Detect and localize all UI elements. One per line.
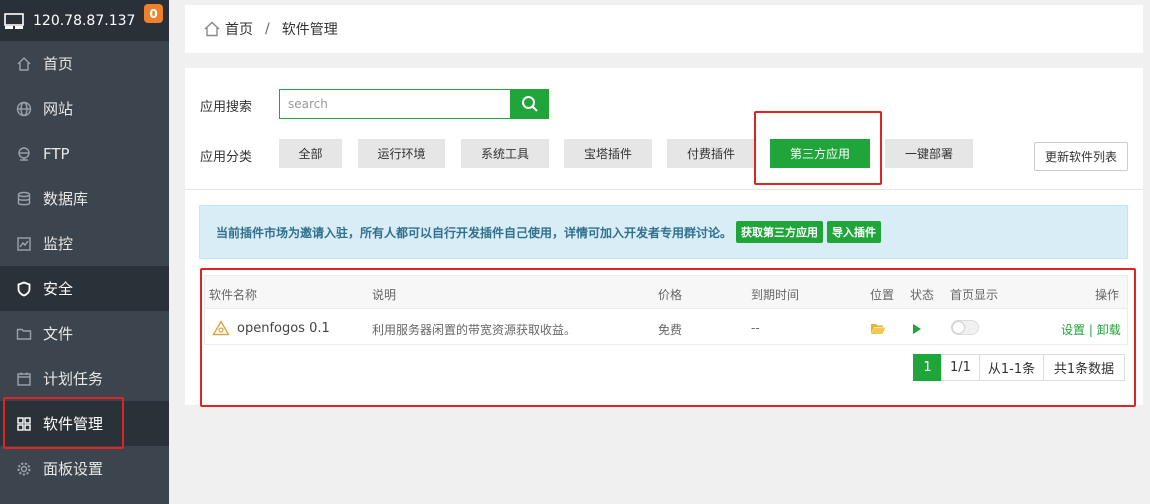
monitor-icon [4, 12, 24, 29]
col-actions: 操作 [1095, 288, 1120, 302]
category-bt-plugins[interactable]: 宝塔插件 [564, 139, 652, 168]
folder-icon [16, 326, 32, 342]
apps-grid-icon [16, 416, 32, 432]
category-paid-plugins[interactable]: 付费插件 [667, 139, 755, 168]
calendar-icon [16, 371, 32, 387]
search-label: 应用搜索 [200, 100, 253, 115]
monitor-chart-icon [16, 236, 32, 252]
import-plugin-button[interactable]: 导入插件 [827, 221, 882, 243]
search-input[interactable]: search [279, 89, 511, 119]
category-one-click-deploy[interactable]: 一键部署 [885, 139, 973, 168]
gear-icon [16, 461, 32, 477]
breadcrumb: 首页 / 软件管理 [185, 5, 1143, 53]
col-desc: 说明 [372, 288, 397, 302]
sidebar-item-label: 首页 [43, 55, 74, 73]
table-header: 软件名称 说明 价格 到期时间 位置 状态 首页显示 操作 [205, 276, 1127, 309]
sidebar-item-label: 安全 [43, 280, 74, 298]
get-third-party-app-button[interactable]: 获取第三方应用 [736, 221, 824, 243]
breadcrumb-current: 软件管理 [281, 22, 338, 38]
sidebar-item-panel-settings[interactable]: 面板设置 [0, 446, 169, 491]
actions: 设置 | 卸载 [1061, 321, 1121, 338]
col-price: 价格 [658, 288, 683, 302]
page-count: 1/1 [941, 354, 980, 381]
sidebar-item-cron[interactable]: 计划任务 [0, 356, 169, 401]
divider [185, 189, 1143, 190]
sidebar-item-label: 面板设置 [43, 460, 104, 478]
sidebar-item-files[interactable]: 文件 [0, 311, 169, 356]
sidebar-item-label: 软件管理 [43, 415, 104, 433]
software-desc: 利用服务器闲置的带宽资源获取收益。 [372, 323, 577, 337]
col-expire: 到期时间 [751, 288, 800, 302]
category-system-tools[interactable]: 系统工具 [461, 139, 549, 168]
category-third-party[interactable]: 第三方应用 [770, 139, 870, 168]
notification-badge[interactable]: 0 [144, 4, 163, 23]
breadcrumb-separator: / [265, 21, 270, 37]
software-expire: -- [751, 321, 760, 335]
breadcrumb-home[interactable]: 首页 [225, 19, 253, 39]
sidebar-item-ftp[interactable]: FTP [0, 131, 169, 176]
sidebar-item-label: 文件 [43, 325, 74, 343]
search-icon [521, 96, 538, 112]
server-header: 120.78.87.137 0 [0, 0, 169, 41]
col-location: 位置 [870, 288, 895, 302]
page-current[interactable]: 1 [913, 354, 942, 381]
uninstall-link[interactable]: 卸载 [1097, 323, 1121, 337]
software-panel: 应用搜索 search 应用分类 全部 运行环境 系统工具 宝塔插件 付费插件 … [185, 68, 1143, 405]
update-software-list-button[interactable]: 更新软件列表 [1034, 142, 1128, 171]
globe-icon [16, 101, 32, 117]
sidebar-item-database[interactable]: 数据库 [0, 176, 169, 221]
col-home-display: 首页显示 [950, 288, 999, 302]
home-display-toggle[interactable] [951, 320, 979, 335]
notice-text: 当前插件市场为邀请入驻，所有人都可以自行开发插件自己使用，详情可加入开发者专用群… [216, 225, 733, 240]
sidebar-item-label: 网站 [43, 100, 74, 118]
page-range: 从1-1条 [979, 354, 1044, 381]
ftp-icon [16, 146, 32, 162]
sidebar-item-software[interactable]: 软件管理 [0, 401, 169, 446]
database-icon [16, 191, 32, 207]
software-name: openfogos 0.1 [237, 321, 330, 336]
open-folder-icon[interactable] [870, 323, 886, 335]
sidebar-item-website[interactable]: 网站 [0, 86, 169, 131]
sidebar-item-label: 监控 [43, 235, 74, 253]
sidebar: 120.78.87.137 0 首页 网站 FTP 数据库 监控 安全 文件 计… [0, 0, 169, 504]
category-all[interactable]: 全部 [279, 139, 342, 168]
server-ip: 120.78.87.137 [33, 12, 136, 29]
sidebar-item-label: FTP [43, 144, 70, 163]
search-button[interactable] [510, 89, 549, 119]
sidebar-item-home[interactable]: 首页 [0, 41, 169, 86]
category-label: 应用分类 [200, 150, 253, 165]
sidebar-item-security[interactable]: 安全 [0, 266, 169, 311]
play-icon[interactable] [912, 323, 922, 335]
third-party-notice: 当前插件市场为邀请入驻，所有人都可以自行开发插件自己使用，详情可加入开发者专用群… [199, 205, 1128, 259]
col-name: 软件名称 [209, 288, 258, 302]
software-table: 软件名称 说明 价格 到期时间 位置 状态 首页显示 操作 openfogos … [204, 275, 1128, 345]
software-price: 免费 [658, 323, 683, 337]
action-separator: | [1088, 323, 1093, 337]
home-icon [16, 56, 32, 72]
settings-link[interactable]: 设置 [1061, 323, 1085, 337]
home-icon [204, 21, 220, 37]
shield-icon [16, 281, 32, 297]
plugin-logo-icon [212, 320, 230, 336]
col-status: 状态 [910, 288, 935, 302]
total-count: 共1条数据 [1043, 354, 1125, 381]
category-runtime[interactable]: 运行环境 [358, 139, 445, 168]
sidebar-item-label: 数据库 [43, 190, 89, 208]
pagination: 1 1/1 从1-1条 共1条数据 [913, 354, 1125, 381]
sidebar-item-monitor[interactable]: 监控 [0, 221, 169, 266]
sidebar-item-label: 计划任务 [43, 370, 104, 388]
